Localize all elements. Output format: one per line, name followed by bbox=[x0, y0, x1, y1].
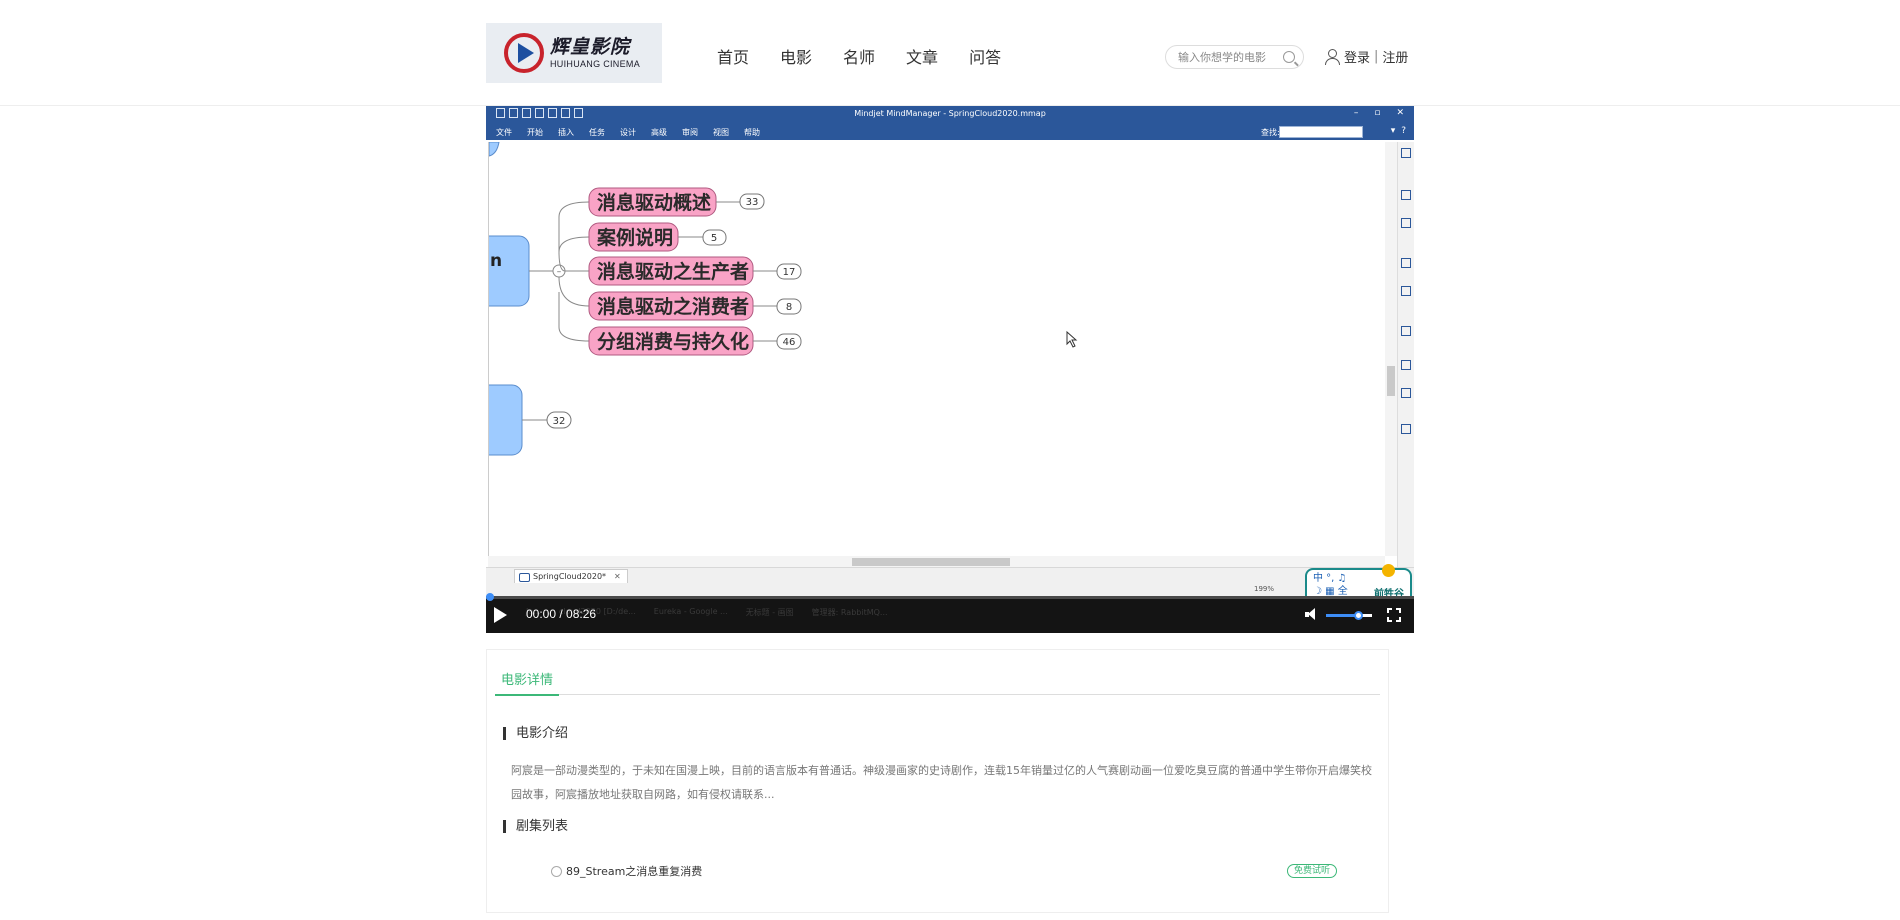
document-tabs: SpringCloud2020* ✕ bbox=[486, 567, 1414, 583]
ribbon-tab-advanced: 高级 bbox=[651, 128, 667, 137]
sidebar-resource-icon bbox=[1401, 258, 1411, 268]
video-player[interactable]: Mindjet MindManager - SpringCloud2020.mm… bbox=[486, 106, 1414, 633]
search-input[interactable] bbox=[1178, 50, 1273, 64]
mindmap-count: 5 bbox=[711, 233, 717, 244]
document-tab-label: SpringCloud2020* bbox=[533, 572, 607, 581]
ribbon-tab-design: 设计 bbox=[620, 128, 636, 137]
progress-handle[interactable] bbox=[486, 593, 494, 601]
zoom-level: 199% bbox=[1254, 585, 1275, 593]
intro-text: 阿宸是一部动漫类型的，于未知在国漫上映，目前的语言版本有普通话。神级漫画家的史诗… bbox=[511, 764, 1372, 801]
player-controls: Ja... cloud2020 [D:/de... Eureka - Googl… bbox=[486, 593, 1414, 633]
app-titlebar: Mindjet MindManager - SpringCloud2020.mm… bbox=[486, 106, 1414, 123]
app-statusbar: 199% bbox=[486, 583, 1414, 596]
ribbon-tab-view: 视图 bbox=[713, 128, 729, 137]
find-label: 查找: bbox=[1261, 128, 1280, 137]
episode-title[interactable]: 89_Stream之消息重复消费 bbox=[566, 863, 702, 879]
minimize-icon: – bbox=[1353, 108, 1359, 118]
search-icon[interactable] bbox=[1283, 51, 1295, 63]
document-tab: SpringCloud2020* ✕ bbox=[514, 569, 628, 583]
free-trial-badge[interactable]: 免费试听 bbox=[1287, 864, 1338, 878]
site-logo[interactable]: 辉皇影院 HUIHUANG CINEMA bbox=[486, 23, 662, 83]
mindmap-node-partial-top bbox=[488, 141, 500, 157]
mindmap-count: 17 bbox=[783, 267, 796, 278]
sidebar-index-icon bbox=[1401, 286, 1411, 296]
options-icon: ▾ bbox=[1390, 126, 1396, 136]
volume-handle[interactable] bbox=[1354, 611, 1364, 620]
play-button[interactable] bbox=[494, 607, 507, 623]
restore-icon: ▫ bbox=[1374, 108, 1381, 118]
nav-home[interactable]: 首页 bbox=[717, 44, 749, 68]
mindmap-count: 46 bbox=[783, 337, 796, 348]
volume-slider[interactable] bbox=[1326, 611, 1372, 620]
mindmap-topic-label: 消息驱动之消费者 bbox=[597, 295, 749, 318]
logo-subtitle: HUIHUANG CINEMA bbox=[550, 58, 641, 69]
mindmap-topic-label: 分组消费与持久化 bbox=[597, 330, 749, 353]
nav-movies[interactable]: 电影 bbox=[780, 44, 812, 68]
user-icon bbox=[1325, 48, 1340, 65]
nav-articles[interactable]: 文章 bbox=[906, 44, 938, 68]
time-display: 00:00 / 08:26 bbox=[526, 607, 597, 621]
intro-title: 电影介绍 bbox=[503, 727, 568, 740]
fullscreen-icon[interactable] bbox=[1387, 608, 1401, 622]
mindmap-count: 33 bbox=[746, 197, 759, 208]
nav-teachers[interactable]: 名师 bbox=[843, 44, 875, 68]
mindmap-topic-label: 消息驱动之生产者 bbox=[597, 260, 749, 283]
progress-bar[interactable] bbox=[486, 593, 1414, 601]
list-item[interactable]: 89_Stream之消息重复消费 bbox=[551, 863, 702, 879]
mindmap-lower-count: 32 bbox=[553, 416, 566, 427]
sidebar-bulb-icon bbox=[1401, 388, 1411, 398]
ime-logo-icon bbox=[1382, 564, 1395, 577]
find-field bbox=[1279, 126, 1363, 138]
login-link[interactable]: 登录 bbox=[1344, 47, 1370, 66]
close-icon: ✕ bbox=[1396, 108, 1404, 118]
mindmap-topic-label: 消息驱动概述 bbox=[597, 191, 711, 214]
logo-title: 辉皇影院 bbox=[550, 35, 631, 58]
vertical-scrollbar bbox=[1385, 142, 1397, 556]
ribbon-tab-insert: 插入 bbox=[558, 128, 574, 137]
sidebar-library-icon bbox=[1401, 326, 1411, 336]
mindmap-main-node bbox=[486, 235, 530, 307]
ribbon-tab-review: 审阅 bbox=[682, 128, 698, 137]
ribbon-tabs: 文件 开始 插入 任务 设计 高级 审阅 视图 帮助 bbox=[496, 127, 760, 138]
sidebar-search-icon bbox=[1401, 424, 1411, 434]
user-links: 登录 | 注册 bbox=[1325, 47, 1408, 66]
nav-qa[interactable]: 问答 bbox=[969, 44, 1001, 68]
main-nav: 首页 电影 名师 文章 问答 bbox=[717, 44, 1001, 68]
sidebar-info-icon bbox=[1401, 218, 1411, 228]
ribbon-tab-help: 帮助 bbox=[744, 128, 760, 137]
mindmap-main-node-label: n bbox=[490, 251, 502, 271]
mindmap-canvas: n – 32 消息驱动概述 33 案例说明 5 消息驱动之生产者 17 消息驱动… bbox=[486, 141, 1387, 556]
app-title: Mindjet MindManager - SpringCloud2020.mm… bbox=[854, 109, 1046, 118]
mouse-cursor-icon bbox=[1066, 330, 1078, 348]
task-pane-sidebar bbox=[1397, 142, 1414, 567]
episodes-title: 剧集列表 bbox=[503, 820, 568, 833]
ribbon-tab-file: 文件 bbox=[496, 128, 512, 137]
sidebar-map-icon bbox=[1401, 148, 1411, 158]
site-header: 辉皇影院 HUIHUANG CINEMA 首页 电影 名师 文章 问答 登录 |… bbox=[0, 0, 1900, 106]
sidebar-marker-icon bbox=[1401, 190, 1411, 200]
tab-movie-details[interactable]: 电影详情 bbox=[495, 669, 560, 696]
ribbon-tab-home: 开始 bbox=[527, 128, 543, 137]
window-controls: – ▫ ✕ bbox=[1354, 108, 1404, 118]
mindmap-lower-node bbox=[486, 384, 523, 456]
mindmap-diagram: n – 32 消息驱动概述 33 案例说明 5 消息驱动之生产者 17 消息驱动… bbox=[486, 141, 1078, 456]
link-separator: | bbox=[1374, 49, 1379, 64]
app-ribbon: 文件 开始 插入 任务 设计 高级 审阅 视图 帮助 查找: ▾ ? bbox=[486, 123, 1414, 140]
help-circle-icon: ? bbox=[1401, 126, 1406, 136]
close-tab-icon: ✕ bbox=[614, 572, 621, 581]
ribbon-tab-task: 任务 bbox=[589, 128, 605, 137]
movie-details-panel: 电影详情 电影介绍 阿宸是一部动漫类型的，于未知在国漫上映，目前的语言版本有普通… bbox=[486, 649, 1389, 913]
horizontal-scrollbar bbox=[488, 556, 1385, 567]
sidebar-structure-icon bbox=[1401, 360, 1411, 370]
mindmap-count: 8 bbox=[786, 302, 792, 313]
mindmap-topic-label: 案例说明 bbox=[596, 226, 673, 249]
register-link[interactable]: 注册 bbox=[1382, 47, 1408, 66]
logo-play-icon bbox=[504, 33, 544, 73]
details-tabs: 电影详情 bbox=[495, 650, 1380, 696]
search-box bbox=[1165, 45, 1304, 69]
ime-toolbar: 中 °, ♫ ☽ ▦ 全 前牲谷 bbox=[1305, 564, 1412, 600]
episode-radio-icon[interactable] bbox=[551, 865, 562, 877]
volume-icon[interactable] bbox=[1305, 608, 1319, 621]
